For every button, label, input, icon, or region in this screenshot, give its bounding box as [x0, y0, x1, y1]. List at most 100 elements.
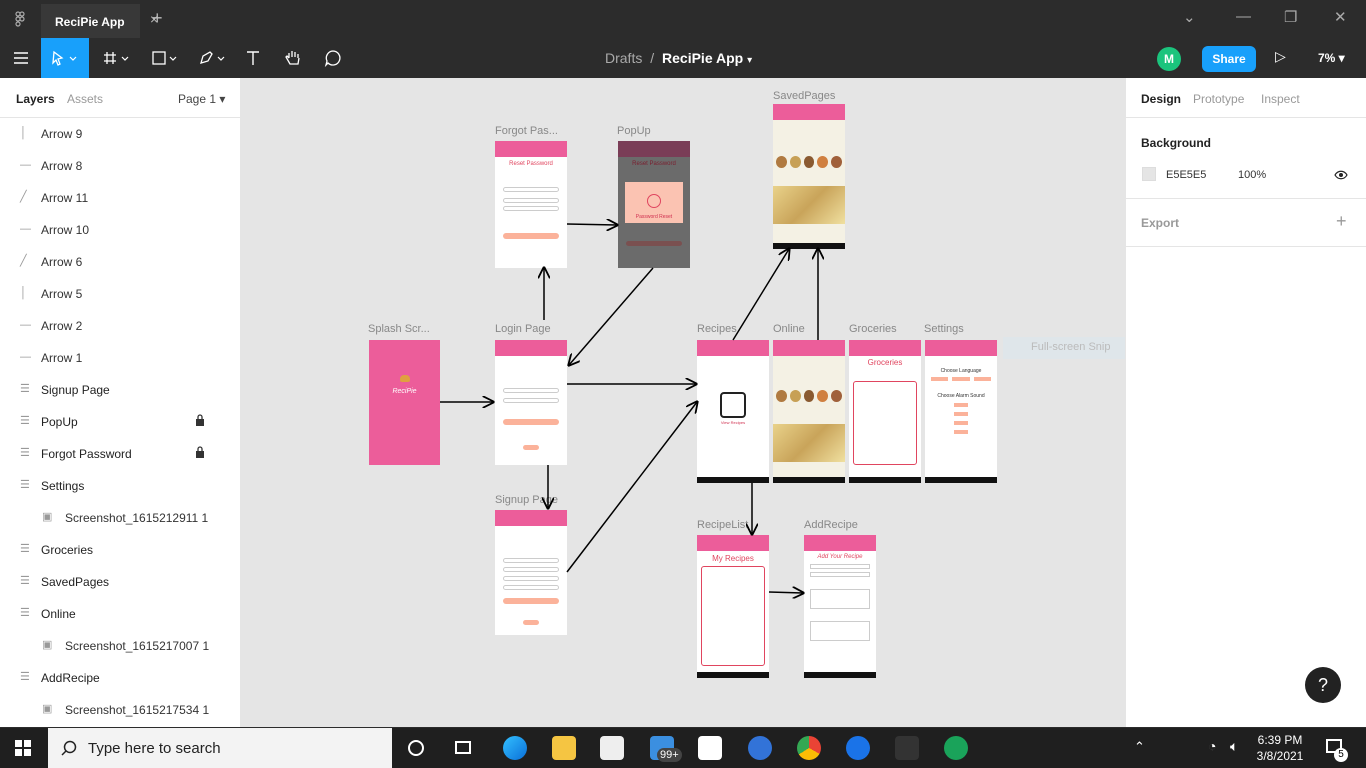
line-icon: │	[20, 287, 27, 299]
move-tool-button[interactable]	[41, 38, 89, 78]
word-icon[interactable]	[748, 736, 772, 760]
file-tab[interactable]: ReciPie App	[41, 4, 140, 38]
background-section: Background E5E5E5 100%	[1126, 118, 1366, 199]
figma-app-icon[interactable]	[895, 736, 919, 760]
present-icon[interactable]: ▷	[1275, 48, 1286, 65]
chevron-down-icon[interactable]: ⌄	[1183, 8, 1196, 26]
layer-screenshot[interactable]: ▣ Screenshot_1615217007 1	[0, 630, 240, 662]
page-selector[interactable]: Page 1 ▾	[178, 92, 225, 106]
background-opacity[interactable]: 100%	[1238, 169, 1266, 181]
canvas[interactable]: Forgot Pas... PopUp SavedPages Splash Sc…	[241, 78, 1125, 727]
system-clock[interactable]: 6:39 PM 3/8/2021	[1255, 732, 1305, 764]
layer-forgot-password[interactable]: ☰ Forgot Password	[0, 438, 240, 470]
windows-start-icon[interactable]	[15, 740, 31, 756]
layer-arrow-11[interactable]: ╱ Arrow 11	[0, 182, 240, 214]
avatar[interactable]: M	[1157, 47, 1181, 71]
chevron-up-icon[interactable]: ⌃	[1134, 739, 1145, 755]
line-icon: —	[20, 223, 31, 235]
hand-icon	[285, 51, 300, 65]
search-placeholder: Type here to search	[88, 740, 221, 757]
search-icon	[61, 740, 77, 756]
chrome-icon[interactable]	[797, 736, 821, 760]
layer-groceries[interactable]: ☰ Groceries	[0, 534, 240, 566]
restore-icon[interactable]: ❐	[1284, 8, 1297, 26]
layer-screenshot[interactable]: ▣ Screenshot_1615217534 1	[0, 694, 240, 726]
layer-arrow-6[interactable]: ╱ Arrow 6	[0, 246, 240, 278]
file-name[interactable]: ReciPie App	[662, 50, 743, 66]
background-hex[interactable]: E5E5E5	[1166, 169, 1206, 181]
layer-screenshot[interactable]: ▣ Screenshot_1615212911 1	[0, 502, 240, 534]
layer-arrow-2[interactable]: — Arrow 2	[0, 310, 240, 342]
lock-icon[interactable]	[195, 414, 205, 426]
cortana-icon[interactable]	[408, 740, 424, 756]
line-icon: │	[20, 127, 27, 139]
maps-icon[interactable]	[846, 736, 870, 760]
layer-label: Arrow 9	[41, 127, 83, 141]
shape-tool-button[interactable]	[144, 38, 186, 78]
export-heading[interactable]: Export	[1141, 216, 1179, 230]
share-button[interactable]: Share	[1202, 46, 1256, 72]
rectangle-icon	[152, 51, 177, 65]
lock-icon[interactable]	[195, 446, 205, 458]
add-export-icon[interactable]: +	[1336, 211, 1347, 232]
tab-inspect[interactable]: Inspect	[1261, 92, 1300, 106]
layer-signup-page[interactable]: ☰ Signup Page	[0, 374, 240, 406]
minimize-icon[interactable]: —	[1236, 8, 1251, 25]
layer-online[interactable]: ☰ Online	[0, 598, 240, 630]
main-menu-icon[interactable]	[8, 38, 34, 78]
eye-icon[interactable]	[1334, 170, 1348, 180]
line-icon: —	[20, 159, 31, 171]
line-icon: —	[20, 351, 31, 363]
pen-icon	[200, 51, 225, 64]
comment-tool-button[interactable]	[320, 38, 346, 78]
layer-arrow-1[interactable]: — Arrow 1	[0, 342, 240, 374]
volume-icon[interactable]: 🔈︎	[1230, 738, 1238, 755]
tab-design[interactable]: Design	[1141, 92, 1181, 106]
layer-settings[interactable]: ☰ Settings	[0, 470, 240, 502]
tab-prototype[interactable]: Prototype	[1193, 92, 1244, 106]
file-explorer-icon[interactable]	[552, 736, 576, 760]
help-button[interactable]: ?	[1305, 667, 1341, 703]
layer-label: Arrow 1	[41, 351, 83, 365]
tab-assets[interactable]: Assets	[67, 92, 103, 106]
frame-tool-button[interactable]	[96, 38, 138, 78]
frame-icon: ☰	[20, 671, 30, 683]
layer-savedpages[interactable]: ☰ SavedPages	[0, 566, 240, 598]
chevron-down-icon[interactable]: ▾	[747, 55, 752, 66]
frame-icon: ☰	[20, 543, 30, 555]
breadcrumb-drafts[interactable]: Drafts	[605, 50, 642, 66]
tab-layers[interactable]: Layers	[16, 92, 55, 106]
text-tool-button[interactable]	[240, 38, 266, 78]
edge-icon[interactable]	[503, 736, 527, 760]
taskbar-search[interactable]: Type here to search	[48, 728, 392, 768]
frame-icon: ☰	[20, 575, 30, 587]
store-icon[interactable]	[600, 736, 624, 760]
arrow-recipelist-addrecipe	[768, 592, 803, 593]
pen-tool-button[interactable]	[192, 38, 234, 78]
figma-menu-icon[interactable]	[12, 11, 28, 27]
zoom-dropdown[interactable]: 7% ▾	[1318, 51, 1345, 65]
clock-date: 3/8/2021	[1256, 749, 1304, 763]
layer-arrow-8[interactable]: — Arrow 8	[0, 150, 240, 182]
layer-label: Arrow 5	[41, 287, 83, 301]
notion-icon[interactable]	[698, 736, 722, 760]
design-panel-tabs: Design Prototype Inspect	[1126, 78, 1366, 118]
layer-arrow-5[interactable]: │ Arrow 5	[0, 278, 240, 310]
layer-popup[interactable]: ☰ PopUp	[0, 406, 240, 438]
hand-tool-button[interactable]	[280, 38, 306, 78]
wifi-icon[interactable]: ◔	[1208, 738, 1216, 754]
layer-arrow-9[interactable]: │ Arrow 9	[0, 118, 240, 150]
arrow-signup-recipes	[566, 402, 697, 573]
close-window-icon[interactable]: ✕	[1334, 8, 1347, 26]
layer-label: Online	[41, 607, 76, 621]
background-swatch[interactable]	[1142, 167, 1156, 181]
layer-addrecipe[interactable]: ☰ AddRecipe	[0, 662, 240, 694]
notification-count: 5	[1334, 748, 1348, 762]
new-tab-icon[interactable]: +	[152, 8, 163, 29]
task-view-icon[interactable]	[455, 741, 471, 754]
layer-arrow-10[interactable]: — Arrow 10	[0, 214, 240, 246]
frame-icon: ☰	[20, 415, 30, 427]
app-icon[interactable]	[944, 736, 968, 760]
title-bar: ReciPie App × + ⌄ — ❐ ✕	[0, 0, 1366, 38]
breadcrumb-separator: /	[650, 50, 655, 66]
